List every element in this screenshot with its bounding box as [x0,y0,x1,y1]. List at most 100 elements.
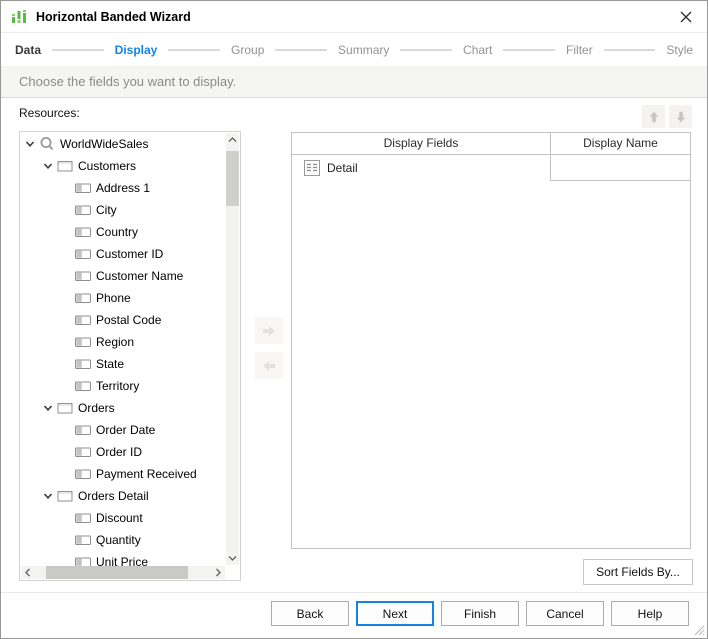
field-icon [75,246,91,262]
tree-item-territory[interactable]: Territory [21,375,226,397]
query-icon [39,136,55,152]
column-header-display-fields: Display Fields [292,133,551,154]
tree-item-customers[interactable]: Customers [21,155,226,177]
tree-item-discount[interactable]: Discount [21,507,226,529]
sort-fields-button[interactable]: Sort Fields By... [583,559,693,585]
horizontal-scrollbar[interactable] [21,566,225,579]
next-button[interactable]: Next [356,601,434,626]
tree-item-customer-id[interactable]: Customer ID [21,243,226,265]
display-field-label: Detail [327,161,358,175]
step-connector [400,49,452,51]
cancel-button[interactable]: Cancel [526,601,604,626]
footer-divider [1,592,707,593]
help-button[interactable]: Help [611,601,689,626]
tree-item-label: Payment Received [96,467,197,481]
move-left-button[interactable] [255,352,283,379]
move-down-button[interactable] [669,105,692,128]
close-button[interactable] [677,8,695,26]
resize-grip-icon[interactable] [694,625,705,636]
scroll-left-icon[interactable] [21,566,35,579]
vertical-scrollbar[interactable] [226,133,239,565]
chevron-down-icon[interactable] [43,488,57,504]
table-icon [57,158,73,174]
field-icon [75,356,91,372]
tree-item-worldwidesales[interactable]: WorldWideSales [21,133,226,155]
tree-item-label: Country [96,225,138,239]
tree-item-city[interactable]: City [21,199,226,221]
move-up-icon [647,110,661,124]
field-icon [75,180,91,196]
tree-item-label: Unit Price [96,555,148,566]
tree-item-label: Order ID [96,445,142,459]
field-icon [75,466,91,482]
chevron-down-icon[interactable] [25,136,39,152]
chevron-down-icon[interactable] [43,158,57,174]
step-connector [168,49,220,51]
scroll-down-icon[interactable] [226,551,239,565]
tree-item-label: Customer ID [96,247,163,261]
title-bar: Horizontal Banded Wizard [1,1,707,33]
column-header-display-name: Display Name [551,133,690,154]
resource-tree: WorldWideSales Customers Address 1 City Coun… [19,131,241,581]
chevron-down-icon[interactable] [43,400,57,416]
tree-item-label: Customer Name [96,269,183,283]
tree-item-orders-detail[interactable]: Orders Detail [21,485,226,507]
vertical-scroll-thumb[interactable] [226,151,239,206]
tree-item-label: State [96,357,124,371]
step-connector [52,49,104,51]
tree-item-orders[interactable]: Orders [21,397,226,419]
scroll-up-icon[interactable] [226,133,239,147]
tree-item-postal-code[interactable]: Postal Code [21,309,226,331]
display-field-cell[interactable]: Detail [292,155,550,181]
move-left-icon [261,358,277,374]
step-connector [503,49,555,51]
tree-item-label: WorldWideSales [60,137,148,151]
tree-item-payment-received[interactable]: Payment Received [21,463,226,485]
field-icon [75,378,91,394]
display-name-cell[interactable] [550,155,690,181]
step-style[interactable]: Style [666,43,693,57]
scroll-right-icon[interactable] [211,566,225,579]
move-right-button[interactable] [255,317,283,344]
field-icon [75,202,91,218]
tree-item-label: Region [96,335,134,349]
horizontal-scroll-thumb[interactable] [46,566,188,579]
step-chart[interactable]: Chart [463,43,492,57]
tree-item-quantity[interactable]: Quantity [21,529,226,551]
step-group[interactable]: Group [231,43,264,57]
step-data[interactable]: Data [15,43,41,57]
step-display[interactable]: Display [115,43,158,57]
tree-item-customer-name[interactable]: Customer Name [21,265,226,287]
field-icon [75,510,91,526]
tree-item-phone[interactable]: Phone [21,287,226,309]
step-summary[interactable]: Summary [338,43,389,57]
step-filter[interactable]: Filter [566,43,593,57]
back-button[interactable]: Back [271,601,349,626]
field-icon [75,290,91,306]
field-icon [75,444,91,460]
tree-item-region[interactable]: Region [21,331,226,353]
step-description: Choose the fields you want to display. [1,66,707,98]
tree-item-order-id[interactable]: Order ID [21,441,226,463]
tree-item-label: Address 1 [96,181,150,195]
table-header: Display Fields Display Name [292,133,690,155]
field-icon [75,268,91,284]
finish-button[interactable]: Finish [441,601,519,626]
tree-item-state[interactable]: State [21,353,226,375]
wizard-icon [11,9,27,25]
tree-item-label: Discount [96,511,143,525]
tree-item-label: Postal Code [96,313,161,327]
tree-item-unit-price[interactable]: Unit Price [21,551,226,566]
move-up-button[interactable] [642,105,665,128]
tree-rows: WorldWideSales Customers Address 1 City Coun… [21,133,226,566]
table-icon [57,400,73,416]
tree-item-address-1[interactable]: Address 1 [21,177,226,199]
tree-item-label: Order Date [96,423,155,437]
tree-item-country[interactable]: Country [21,221,226,243]
close-icon [680,11,692,23]
tree-item-order-date[interactable]: Order Date [21,419,226,441]
table-row[interactable]: Detail [292,155,690,181]
step-connector [275,49,327,51]
tree-item-label: Customers [78,159,136,173]
move-right-icon [261,323,277,339]
